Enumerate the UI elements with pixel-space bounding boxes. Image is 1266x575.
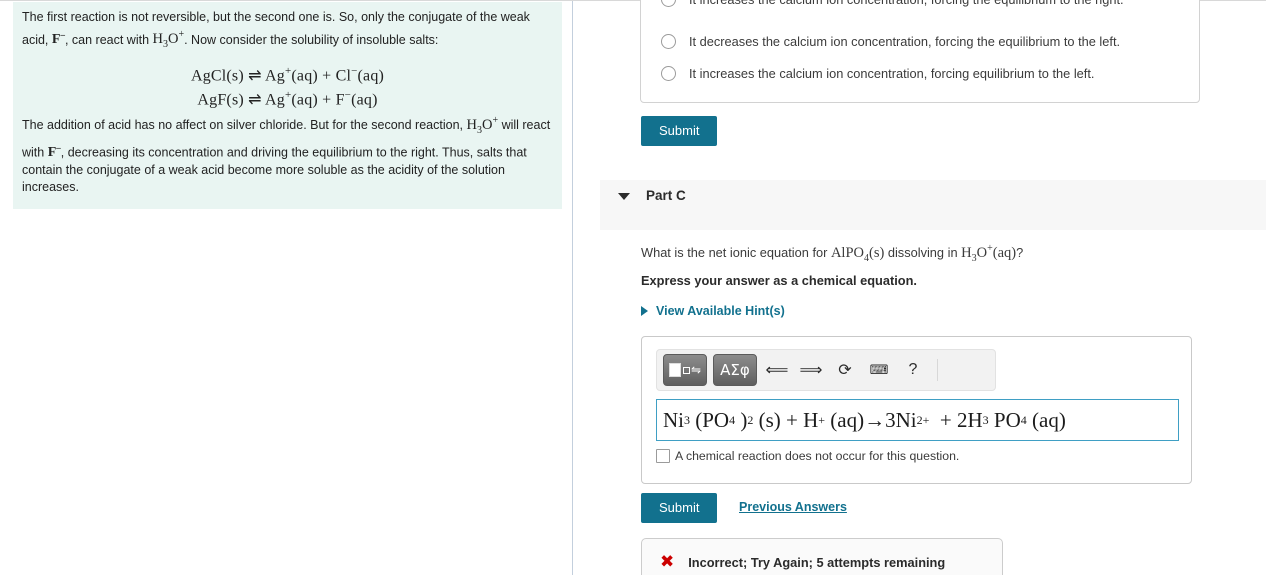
explanation-paragraph-1: The first reaction is not reversible, bu…: [22, 9, 553, 54]
part-c-header[interactable]: Part C: [600, 180, 1266, 230]
white-square-icon: [668, 363, 681, 377]
explanation-text-1b: , can react with: [64, 32, 153, 47]
no-reaction-checkbox-row[interactable]: A chemical reaction does not occur for t…: [656, 449, 959, 463]
choice-label-2: It decreases the calcium ion concentrati…: [689, 34, 1121, 49]
choice-label-1: It increases the calcium ion concentrati…: [689, 0, 1124, 7]
feedback-text: Incorrect; Try Again; 5 attempts remaini…: [688, 554, 946, 570]
alpo4-formula: AlPO4(s): [830, 244, 885, 264]
part-c-title: Part C: [646, 188, 686, 203]
assignment-page: The first reaction is not reversible, bu…: [0, 0, 1266, 575]
equation-agcl: AgCl(s) ⇌ Ag+(aq) + Cl−(aq): [190, 64, 385, 85]
help-icon[interactable]: ?: [899, 356, 927, 384]
question-prefix: What is the net ionic equation for: [641, 244, 831, 260]
reset-icon[interactable]: ⟳: [831, 356, 859, 384]
hydronium-formula-1: H3O+: [152, 29, 185, 51]
chevron-down-icon[interactable]: [618, 193, 630, 200]
choice-label-3: It increases the calcium ion concentrati…: [689, 66, 1095, 81]
explanation-text-2c: , decreasing its concentration and drivi…: [22, 145, 527, 195]
part-b-choices: It increases the calcium ion concentrati…: [640, 0, 1200, 103]
choice-option-1[interactable]: It increases the calcium ion concentrati…: [661, 0, 1124, 7]
toolbar-separator: [937, 359, 938, 381]
feedback-banner: ✖ Incorrect; Try Again; 5 attempts remai…: [641, 538, 1003, 575]
equation-agf: AgF(s) ⇌ Ag+(aq) + F−(aq): [197, 88, 378, 108]
superscript-square-icon: [682, 366, 690, 374]
explanation-text-2a: The addition of acid has no affect on si…: [22, 118, 467, 133]
part-c-instruction: Express your answer as a chemical equati…: [641, 273, 917, 288]
equilibrium-arrows-icon: ⇋: [690, 363, 702, 377]
radio-icon[interactable]: [661, 0, 676, 7]
part-c-submit-button[interactable]: Submit: [641, 493, 718, 523]
fluoride-formula-2: F–: [47, 142, 61, 161]
undo-icon[interactable]: ⟸: [763, 356, 791, 384]
explanation-paragraph-2: The addition of acid has no affect on si…: [22, 112, 553, 196]
answer-equation-input[interactable]: Ni 3 (PO 4 ) 2 (s) + H + (aq)→3Ni 2+ + 2H 3 PO…: [656, 399, 1179, 441]
choice-option-3[interactable]: It increases the calcium ion concentrati…: [661, 66, 1094, 81]
explanation-panel: The first reaction is not reversible, bu…: [13, 2, 562, 209]
view-hints-label: View Available Hint(s): [656, 304, 785, 318]
question-middle: dissolving in: [884, 244, 962, 260]
template-button[interactable]: ⇋: [663, 354, 707, 386]
checkbox-icon[interactable]: [656, 449, 670, 463]
left-panel: The first reaction is not reversible, bu…: [0, 1, 573, 575]
equation-toolbar: ⇋ ΑΣφ ⟸ ⟹ ⟳ ⌨ ?: [656, 349, 996, 391]
part-c-question: What is the net ionic equation for AlPO4…: [641, 243, 1023, 264]
fluoride-formula: F–: [51, 29, 65, 48]
greek-symbols-button[interactable]: ΑΣφ: [713, 354, 757, 386]
keyboard-icon[interactable]: ⌨: [865, 356, 893, 384]
part-b-submit-button[interactable]: Submit: [641, 116, 718, 146]
explanation-text-1c: . Now consider the solubility of insolub…: [184, 32, 439, 47]
redo-icon[interactable]: ⟹: [797, 356, 825, 384]
radio-icon[interactable]: [661, 66, 676, 81]
x-mark-icon: ✖: [660, 551, 675, 572]
no-reaction-label: A chemical reaction does not occur for t…: [675, 449, 960, 463]
choice-option-2[interactable]: It decreases the calcium ion concentrati…: [661, 34, 1120, 49]
previous-answers-link[interactable]: Previous Answers: [739, 500, 847, 514]
hydronium-formula-3: H3O+(aq): [961, 243, 1017, 264]
question-suffix: ?: [1016, 244, 1024, 260]
view-hints-link[interactable]: View Available Hint(s): [641, 304, 785, 318]
hydronium-formula-2: H3O+: [466, 115, 499, 137]
chevron-right-icon: [641, 306, 648, 316]
answer-entry-box: ⇋ ΑΣφ ⟸ ⟹ ⟳ ⌨ ? Ni 3 (PO 4 ) 2 (s) + H + (aq…: [641, 336, 1192, 484]
radio-icon[interactable]: [661, 34, 676, 49]
right-panel: It increases the calcium ion concentrati…: [573, 0, 1266, 575]
